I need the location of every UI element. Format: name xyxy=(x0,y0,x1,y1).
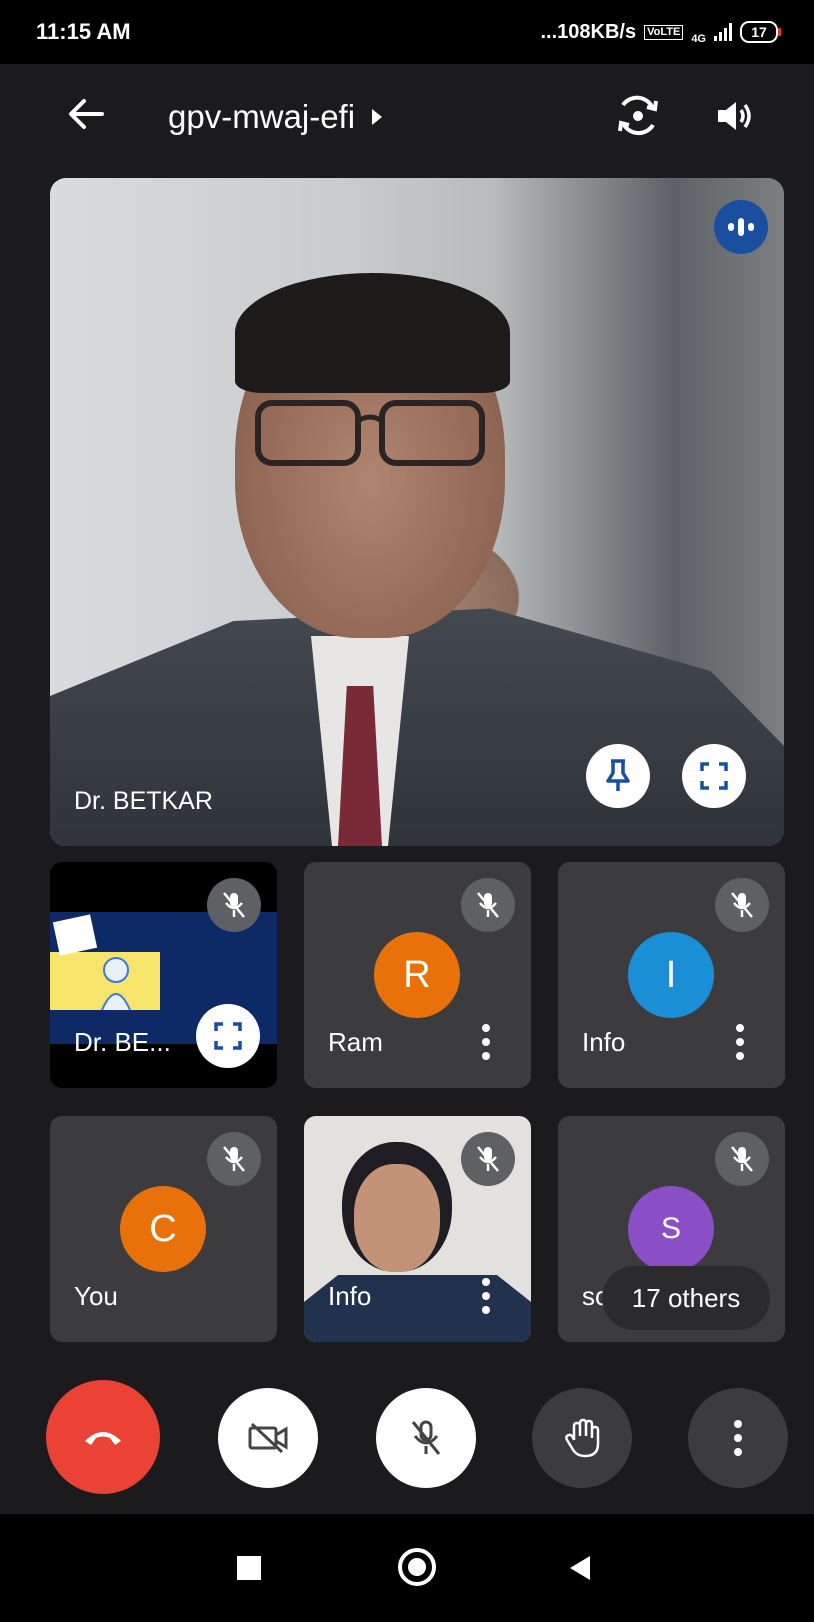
speaker-icon[interactable] xyxy=(708,90,760,142)
muted-mic-icon xyxy=(207,1132,261,1186)
participant-name: Dr. BE... xyxy=(74,1027,171,1057)
meeting-top-bar: gpv-mwaj-efi xyxy=(0,64,814,174)
status-indicators: ...108KB/s VoLTE 4G 17 xyxy=(540,19,781,45)
battery-level: 17 xyxy=(751,24,767,40)
speaker-video-glasses xyxy=(255,400,485,466)
more-options-icon[interactable] xyxy=(481,1278,491,1314)
cartoon-figure-icon xyxy=(101,957,131,1011)
avatar: I xyxy=(628,932,714,1018)
others-count-button[interactable]: 17 others xyxy=(602,1266,770,1330)
participant-tile-video[interactable]: Info xyxy=(304,1116,531,1342)
pin-button[interactable] xyxy=(586,744,650,808)
hand-icon xyxy=(565,1418,600,1458)
main-speaker-name: Dr. BETKAR xyxy=(74,787,213,815)
status-time: 11:15 AM xyxy=(36,19,131,44)
tile-fullscreen-button[interactable] xyxy=(196,1004,260,1068)
mic-toggle-button[interactable] xyxy=(376,1388,476,1488)
home-inner-dot xyxy=(408,1558,426,1576)
mic-off-icon xyxy=(411,1420,441,1455)
network-type: 4G xyxy=(691,33,706,45)
signal-icon xyxy=(714,23,732,41)
participant-tile-self[interactable]: C You xyxy=(50,1116,277,1342)
camera-toggle-button[interactable] xyxy=(218,1388,318,1488)
more-options-icon[interactable] xyxy=(735,1024,745,1060)
participant-name: Info xyxy=(582,1027,626,1057)
hang-up-icon xyxy=(85,1432,121,1445)
camera-off-icon xyxy=(248,1422,288,1454)
fullscreen-button[interactable] xyxy=(682,744,746,808)
avatar: C xyxy=(120,1186,206,1272)
fullscreen-icon xyxy=(214,1022,242,1050)
participant-name: You xyxy=(74,1281,118,1311)
pin-icon xyxy=(606,759,630,791)
speaker-video-hair xyxy=(235,273,510,393)
muted-mic-icon xyxy=(715,1132,769,1186)
muted-mic-icon xyxy=(461,878,515,932)
status-bar: 11:15 AM ...108KB/s VoLTE 4G 17 xyxy=(0,0,814,64)
more-vert-icon xyxy=(734,1420,742,1456)
system-nav-bar xyxy=(0,1514,814,1622)
muted-mic-icon xyxy=(715,878,769,932)
meeting-code: gpv-mwaj-efi xyxy=(168,98,356,135)
fullscreen-icon xyxy=(700,762,728,790)
recents-square-icon[interactable] xyxy=(237,1556,261,1580)
participant-name: Info xyxy=(328,1281,372,1311)
switch-camera-icon[interactable] xyxy=(612,90,664,142)
participant-tile-screen-share[interactable]: Dr. BE... xyxy=(50,862,277,1088)
muted-mic-icon xyxy=(461,1132,515,1186)
raise-hand-button[interactable] xyxy=(532,1388,632,1488)
home-circle-icon[interactable] xyxy=(398,1548,436,1586)
call-controls xyxy=(0,1380,814,1500)
battery-icon: 17 xyxy=(740,21,781,43)
more-options-icon[interactable] xyxy=(481,1024,491,1060)
participant-tile[interactable]: I Info xyxy=(558,862,785,1088)
main-speaker-tile[interactable]: Dr. BETKAR xyxy=(50,178,784,846)
end-call-button[interactable] xyxy=(46,1380,160,1494)
muted-mic-icon xyxy=(207,878,261,932)
back-arrow-icon[interactable] xyxy=(62,90,110,138)
volte-icon: VoLTE xyxy=(644,24,684,40)
participant-video-face xyxy=(354,1164,440,1272)
participant-tile[interactable]: R Ram xyxy=(304,862,531,1088)
more-options-button[interactable] xyxy=(688,1388,788,1488)
back-triangle-icon[interactable] xyxy=(568,1554,592,1582)
network-speed: ...108KB/s xyxy=(540,20,637,43)
caret-right-icon xyxy=(372,109,383,125)
speaking-indicator-icon xyxy=(714,200,768,254)
participant-name: Ram xyxy=(328,1027,383,1057)
avatar: S xyxy=(628,1186,714,1272)
avatar: R xyxy=(374,932,460,1018)
meeting-title[interactable]: gpv-mwaj-efi xyxy=(168,98,383,136)
